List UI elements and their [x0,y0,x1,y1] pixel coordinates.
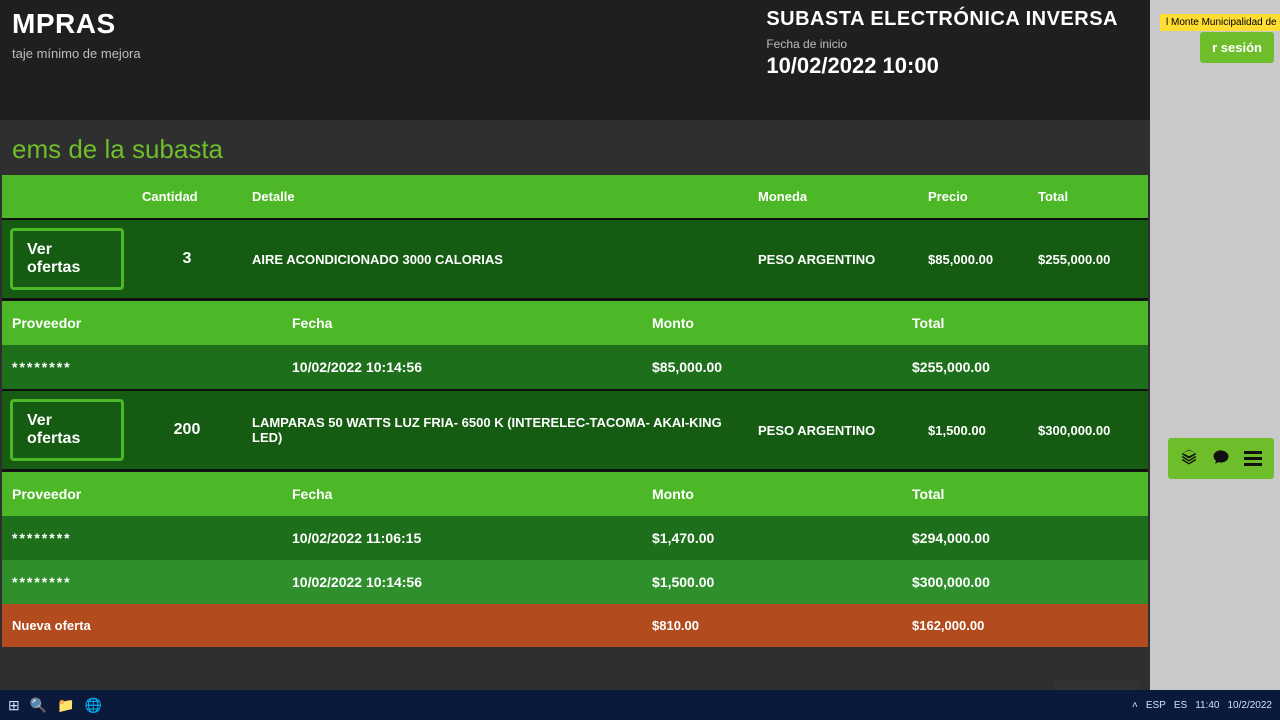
nueva-oferta-total: $162,000.00 [902,604,1148,647]
offer-monto: $1,500.00 [642,560,902,604]
search-icon[interactable]: 🔍 [30,697,47,714]
offers-header-row: Proveedor Fecha Monto Total [2,298,1148,345]
offer-row: ******** 10/02/2022 10:14:56 $1,500.00 $… [2,560,1148,604]
item-precio: $85,000.00 [918,238,1028,281]
app-viewport: MPRAS taje mínimo de mejora SUBASTA ELEC… [0,0,1150,720]
col-detalle: Detalle [242,175,748,218]
nueva-oferta-row[interactable]: Nueva oferta $810.00 $162,000.00 [2,604,1148,647]
item-detalle: LAMPARAS 50 WATTS LUZ FRIA- 6500 K (INTE… [242,401,748,459]
auction-type: SUBASTA ELECTRÓNICA INVERSA [766,8,1118,31]
item-row: Ver ofertas 200 LAMPARAS 50 WATTS LUZ FR… [2,389,1148,469]
items-header-row: Cantidad Detalle Moneda Precio Total [2,175,1148,218]
offer-fecha: 10/02/2022 11:06:15 [282,516,642,560]
item-precio: $1,500.00 [918,409,1028,452]
offer-fecha: 10/02/2022 10:14:56 [282,560,642,604]
col-precio: Precio [918,175,1028,218]
ver-ofertas-button[interactable]: Ver ofertas [10,399,124,461]
col-moneda: Moneda [748,175,918,218]
session-button[interactable]: r sesión [1200,32,1274,63]
item-cantidad: 3 [132,236,242,282]
chat-icon[interactable] [1212,448,1230,469]
offer-proveedor: ******** [2,345,282,389]
offer-row: ******** 10/02/2022 11:06:15 $1,470.00 $… [2,516,1148,560]
offer-proveedor: ******** [2,560,282,604]
taskbar-lang[interactable]: ESP [1146,700,1166,711]
browser-tab[interactable]: l Monte Municipalidad de Capil [1160,14,1280,31]
col-monto: Monto [642,472,902,516]
col-proveedor: Proveedor [2,301,282,345]
start-icon[interactable]: ⊞ [8,697,20,714]
explorer-icon[interactable]: 📁 [57,697,74,714]
start-date-label: Fecha de inicio [766,37,1118,51]
offer-proveedor: ******** [2,516,282,560]
col-proveedor: Proveedor [2,472,282,516]
item-total: $300,000.00 [1028,409,1148,452]
improvement-label: taje mínimo de mejora [12,46,141,61]
col-total: Total [1028,175,1148,218]
top-bar: MPRAS taje mínimo de mejora SUBASTA ELEC… [0,0,1150,120]
browser-icon[interactable]: 🌐 [85,697,102,714]
offer-fecha: 10/02/2022 10:14:56 [282,345,642,389]
item-total: $255,000.00 [1028,238,1148,281]
section-title: ems de la subasta [0,120,1150,175]
item-detalle: AIRE ACONDICIONADO 3000 CALORIAS [242,238,748,281]
taskbar-time: 11:40 [1195,700,1219,711]
col-fecha: Fecha [282,301,642,345]
col-cantidad: Cantidad [132,175,242,218]
items-panel: Cantidad Detalle Moneda Precio Total Ver… [0,175,1150,707]
item-moneda: PESO ARGENTINO [748,238,918,281]
offer-total: $294,000.00 [902,516,1148,560]
offers-header-row: Proveedor Fecha Monto Total [2,469,1148,516]
nueva-oferta-label: Nueva oferta [2,604,282,647]
menu-icon[interactable] [1244,448,1262,469]
offer-monto: $85,000.00 [642,345,902,389]
taskbar-date: 10/2/2022 [1228,700,1273,711]
page-title: MPRAS [12,8,141,40]
start-date-value: 10/02/2022 10:00 [766,53,1118,79]
offer-total: $255,000.00 [902,345,1148,389]
offer-monto: $1,470.00 [642,516,902,560]
col-fecha: Fecha [282,472,642,516]
nueva-oferta-monto: $810.00 [642,604,902,647]
col-total: Total [902,301,1148,345]
taskbar-kbd[interactable]: ES [1174,700,1187,711]
col-monto: Monto [642,301,902,345]
offer-total: $300,000.00 [902,560,1148,604]
right-chrome: l Monte Municipalidad de Capil r sesión [1150,0,1280,720]
layers-icon[interactable] [1180,448,1198,469]
item-row: Ver ofertas 3 AIRE ACONDICIONADO 3000 CA… [2,218,1148,298]
offer-row: ******** 10/02/2022 10:14:56 $85,000.00 … [2,345,1148,389]
windows-taskbar[interactable]: ⊞ 🔍 📁 🌐 ˄ ESP ES 11:40 10/2/2022 [0,690,1280,720]
item-moneda: PESO ARGENTINO [748,409,918,452]
col-total: Total [902,472,1148,516]
ver-ofertas-button[interactable]: Ver ofertas [10,228,124,290]
item-cantidad: 200 [132,407,242,453]
side-toolbar [1168,438,1274,479]
tray-chevron-icon[interactable]: ˄ [1132,700,1138,711]
